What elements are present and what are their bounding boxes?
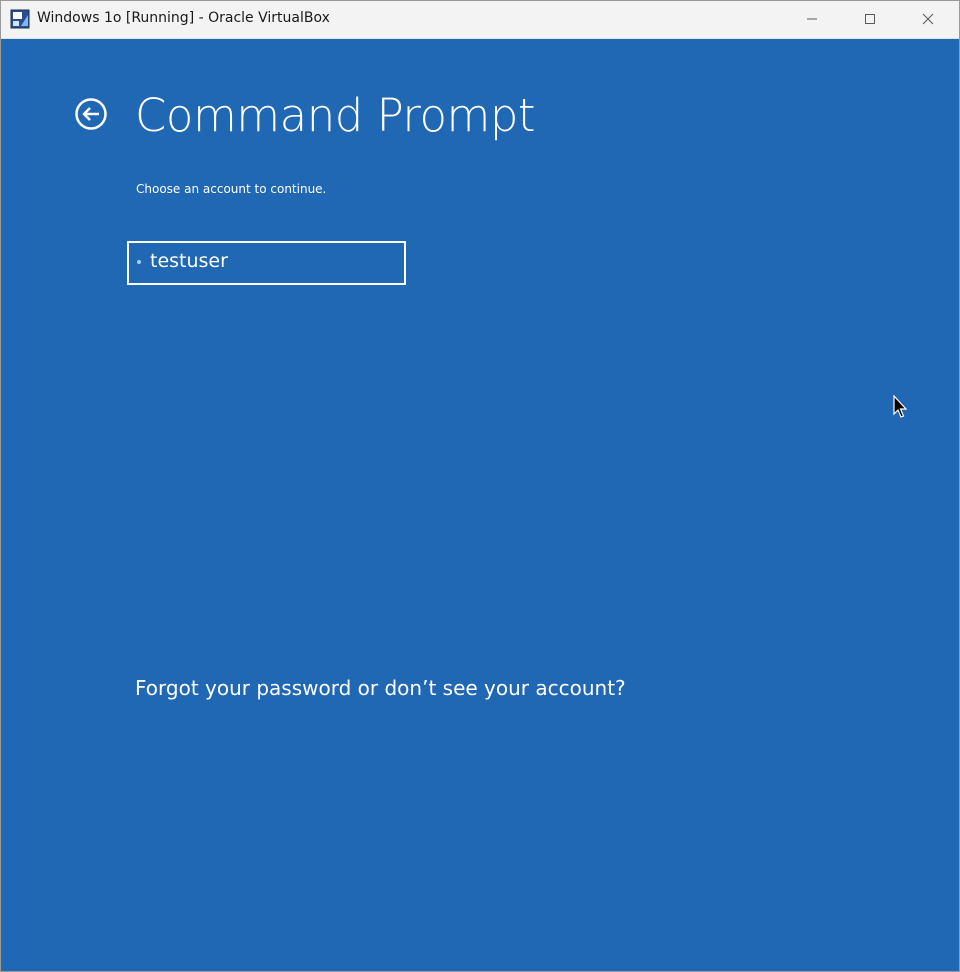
back-button[interactable] [74,97,108,131]
forgot-password-link[interactable]: Forgot your password or don’t see your a… [135,676,626,700]
page-title: Command Prompt [135,89,536,142]
account-name: testuser [150,250,228,272]
minimize-icon [806,10,818,29]
page-subtitle: Choose an account to continue. [136,182,327,196]
account-item-testuser[interactable]: testuser [127,241,406,285]
mouse-pointer-icon [893,394,908,421]
maximize-button[interactable] [847,1,893,38]
virtualbox-window: Windows 1o [Running] - Oracle VirtualBox [0,0,960,972]
vm-display[interactable]: Command Prompt Choose an account to cont… [1,39,959,971]
virtualbox-icon [10,9,30,29]
selection-dot-icon [137,260,141,264]
back-arrow-icon [74,98,108,135]
maximize-icon [864,10,876,29]
title-bar[interactable]: Windows 1o [Running] - Oracle VirtualBox [1,1,959,39]
minimize-button[interactable] [789,1,835,38]
close-button[interactable] [905,1,951,38]
close-icon [922,10,934,29]
window-title: Windows 1o [Running] - Oracle VirtualBox [37,10,330,26]
